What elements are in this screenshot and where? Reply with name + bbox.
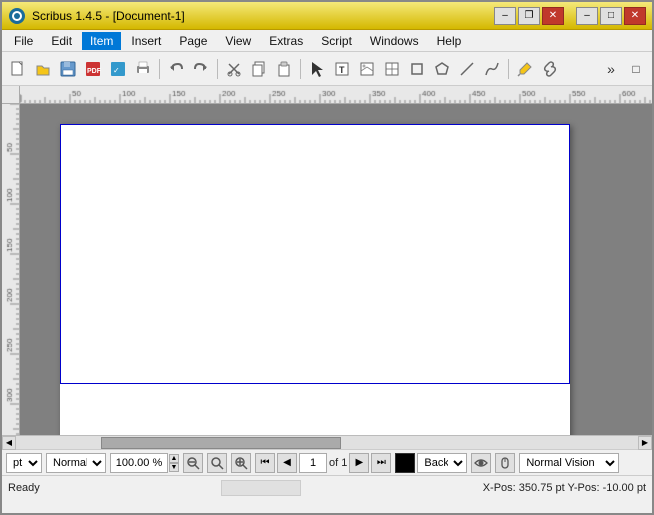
toolbar: PDF ✓ T	[2, 52, 652, 86]
page-current-input[interactable]	[299, 453, 327, 473]
page-last-button[interactable]: ⏭	[371, 453, 391, 473]
page-prev-button[interactable]: ◀	[277, 453, 297, 473]
position-text: X-Pos: 350.75 pt Y-Pos: -10.00 pt	[483, 482, 646, 494]
svg-text:T: T	[339, 65, 345, 75]
toolbar-print[interactable]	[131, 57, 155, 81]
work-area	[2, 86, 652, 435]
toolbar-shape[interactable]	[405, 57, 429, 81]
restore2-button[interactable]: □	[600, 7, 622, 25]
selection-box	[60, 124, 570, 384]
vision-select[interactable]: Normal Vision Protanopia Deuteranopia Tr…	[519, 453, 619, 473]
vertical-ruler	[2, 104, 20, 435]
zoom-input[interactable]	[110, 453, 168, 473]
close2-button[interactable]: ✕	[624, 7, 646, 25]
svg-text:PDF: PDF	[87, 68, 101, 75]
color-label-select[interactable]: Back	[417, 453, 467, 473]
toolbar-line[interactable]	[455, 57, 479, 81]
toolbar-link[interactable]	[538, 57, 562, 81]
toolbar-eyedropper[interactable]	[513, 57, 537, 81]
toolbar-select[interactable]	[305, 57, 329, 81]
menu-file[interactable]: File	[6, 32, 41, 50]
status-bar: Ready X-Pos: 350.75 pt Y-Pos: -10.00 pt	[2, 475, 652, 499]
toolbar-copy[interactable]	[247, 57, 271, 81]
minimize-button[interactable]: –	[494, 7, 516, 25]
zoom-in-button[interactable]	[231, 453, 251, 473]
menu-item[interactable]: Item	[82, 32, 121, 50]
page-of-label: of 1	[329, 457, 347, 469]
horizontal-ruler	[20, 86, 652, 104]
toolbar-pdf[interactable]: PDF	[81, 57, 105, 81]
view-mode-select[interactable]: Normal Preview	[46, 453, 106, 473]
page-next-button[interactable]: ▶	[349, 453, 369, 473]
title-left: Scribus 1.4.5 - [Document-1]	[8, 7, 185, 25]
zoom-down[interactable]: ▼	[169, 463, 179, 472]
canvas-container[interactable]	[20, 104, 652, 435]
menu-insert[interactable]: Insert	[123, 32, 169, 50]
window-controls: – ❐ ✕ – □ ✕	[494, 7, 646, 25]
zoom-reset-button[interactable]	[207, 453, 227, 473]
visual-settings-button[interactable]	[471, 453, 491, 473]
hscroll-left-arrow[interactable]: ◀	[2, 436, 16, 450]
toolbar-overflow[interactable]: »	[599, 57, 623, 81]
toolbar-imageframe[interactable]	[355, 57, 379, 81]
h-ruler-canvas	[20, 86, 652, 104]
toolbar-undo[interactable]	[164, 57, 188, 81]
toolbar-redo[interactable]	[189, 57, 213, 81]
title-text: Scribus 1.4.5 - [Document-1]	[32, 9, 185, 23]
menu-view[interactable]: View	[217, 32, 259, 50]
menu-edit[interactable]: Edit	[43, 32, 80, 50]
toolbar-pin[interactable]: □	[624, 57, 648, 81]
page-nav: ⏮ ◀ of 1 ▶ ⏭	[255, 453, 391, 473]
toolbar-preflight[interactable]: ✓	[106, 57, 130, 81]
toolbar-new[interactable]	[6, 57, 30, 81]
toolbar-polygon[interactable]	[430, 57, 454, 81]
hscroll-thumb[interactable]	[101, 437, 341, 449]
page-first-button[interactable]: ⏮	[255, 453, 275, 473]
canvas-row	[2, 104, 652, 435]
sep2	[217, 59, 218, 79]
mouse-settings-button[interactable]	[495, 453, 515, 473]
hscroll-track[interactable]	[16, 437, 638, 449]
sep3	[300, 59, 301, 79]
bottom-bar: pt mm in cm Normal Preview ▲ ▼ ⏮ ◀ of 1 …	[2, 449, 652, 475]
menu-page[interactable]: Page	[171, 32, 215, 50]
toolbar-open[interactable]	[31, 57, 55, 81]
unit-select[interactable]: pt mm in cm	[6, 453, 42, 473]
hscroll-right-arrow[interactable]: ▶	[638, 436, 652, 450]
toolbar-cut[interactable]	[222, 57, 246, 81]
menu-help[interactable]: Help	[429, 32, 470, 50]
toolbar-save[interactable]	[56, 57, 80, 81]
status-text: Ready	[8, 482, 40, 494]
zoom-spinner: ▲ ▼	[169, 454, 179, 472]
close-button[interactable]: ✕	[542, 7, 564, 25]
svg-text:✓: ✓	[113, 66, 120, 75]
menu-script[interactable]: Script	[313, 32, 360, 50]
menu-extras[interactable]: Extras	[261, 32, 311, 50]
menu-windows[interactable]: Windows	[362, 32, 427, 50]
toolbar-pencil[interactable]	[480, 57, 504, 81]
toolbar-paste[interactable]	[272, 57, 296, 81]
color-swatch[interactable]	[395, 453, 415, 473]
zoom-out-button[interactable]	[183, 453, 203, 473]
sep1	[159, 59, 160, 79]
v-ruler-canvas	[2, 104, 20, 435]
zoom-up[interactable]: ▲	[169, 454, 179, 463]
h-scrollbar: ◀ ▶	[2, 435, 652, 449]
title-bar: Scribus 1.4.5 - [Document-1] – ❐ ✕ – □ ✕	[2, 2, 652, 30]
toolbar-table[interactable]	[380, 57, 404, 81]
corner-box	[2, 86, 20, 104]
menu-bar: File Edit Item Insert Page View Extras S…	[2, 30, 652, 52]
app-icon	[8, 7, 26, 25]
page-canvas	[60, 124, 570, 435]
sep4	[508, 59, 509, 79]
restore-button[interactable]: ❐	[518, 7, 540, 25]
minimize2-button[interactable]: –	[576, 7, 598, 25]
ruler-row	[2, 86, 652, 104]
toolbar-textframe[interactable]: T	[330, 57, 354, 81]
